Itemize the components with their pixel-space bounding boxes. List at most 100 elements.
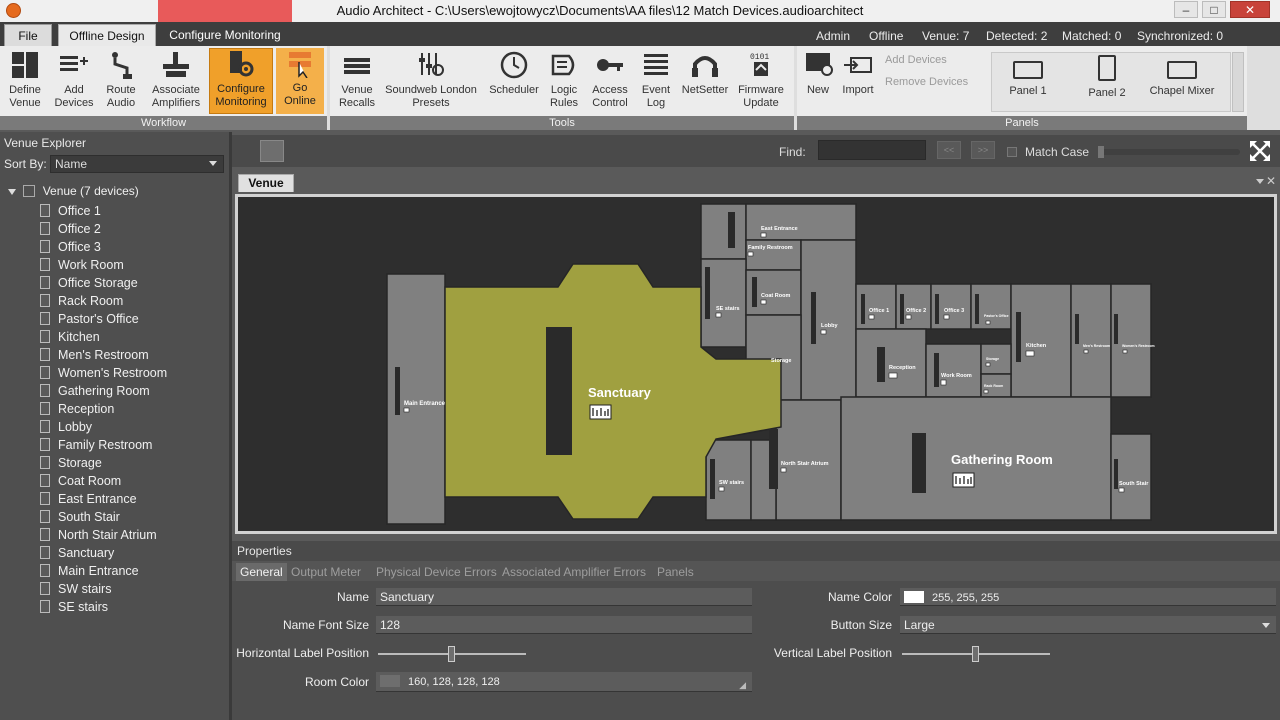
add-devices-small-button[interactable]: Add Devices — [885, 54, 947, 66]
speaker-lobby[interactable] — [811, 292, 816, 344]
close-button[interactable]: ✕ — [1230, 1, 1270, 18]
remove-devices-small-button[interactable]: Remove Devices — [885, 76, 968, 88]
venue-recalls-button[interactable]: Venue Recalls — [334, 50, 380, 114]
zoom-slider-thumb[interactable] — [1098, 146, 1104, 158]
device-button-small[interactable] — [718, 486, 725, 492]
tab-offline-design[interactable]: Offline Design — [58, 24, 156, 46]
speaker-north-stair-atrium[interactable] — [769, 429, 778, 489]
room-reception[interactable] — [855, 328, 927, 398]
speaker-gathering-room[interactable] — [912, 433, 926, 493]
device-button-small[interactable] — [1083, 349, 1089, 354]
scheduler-button[interactable]: Scheduler — [486, 50, 542, 114]
tree-item[interactable]: Pastor's Office — [40, 310, 167, 328]
tree-item[interactable]: SW stairs — [40, 580, 167, 598]
import-panel-button[interactable]: Import — [839, 50, 877, 114]
device-button-small[interactable] — [1025, 350, 1035, 357]
device-button-small[interactable] — [940, 379, 947, 386]
device-button-small[interactable] — [868, 314, 875, 320]
button-size-select[interactable]: Large — [900, 616, 1276, 634]
tab-general[interactable]: General — [236, 563, 287, 581]
tree-item[interactable]: South Stair — [40, 508, 167, 526]
find-input[interactable] — [818, 140, 926, 160]
room-color-field[interactable]: 160, 128, 128, 128 ◢ — [376, 672, 752, 692]
device-button-small[interactable] — [1118, 487, 1125, 493]
slider-thumb[interactable] — [448, 646, 455, 662]
name-color-field[interactable]: 255, 255, 255 — [900, 588, 1276, 606]
tree-item[interactable]: Gathering Room — [40, 382, 167, 400]
device-button-small[interactable] — [905, 314, 912, 320]
speaker-office1[interactable] — [861, 294, 865, 324]
tab-list-dropdown-icon[interactable] — [1256, 179, 1264, 184]
device-button-small[interactable] — [985, 362, 991, 367]
horizontal-label-position-slider[interactable] — [378, 646, 526, 662]
expand-arrow-icon[interactable] — [8, 188, 16, 195]
netsetter-button[interactable]: NetSetter — [680, 50, 730, 114]
zoom-slider[interactable] — [1098, 146, 1240, 158]
tree-item[interactable]: Family Restroom — [40, 436, 167, 454]
tree-item[interactable]: North Stair Atrium — [40, 526, 167, 544]
layout-icon[interactable] — [260, 140, 284, 162]
speaker-main-entrance[interactable] — [395, 367, 400, 415]
speaker-reception[interactable] — [877, 347, 885, 382]
tree-item[interactable]: Office 3 — [40, 238, 167, 256]
route-audio-button[interactable]: Route Audio — [100, 50, 142, 114]
device-button-small[interactable] — [760, 232, 767, 238]
tree-root-venue[interactable]: Venue (7 devices) — [8, 184, 139, 198]
tree-item[interactable]: Work Room — [40, 256, 167, 274]
room-lobby[interactable] — [800, 239, 857, 401]
associate-amplifiers-button[interactable]: Associate Amplifiers — [148, 50, 204, 114]
tree-item[interactable]: Reception — [40, 400, 167, 418]
speaker-kitchen[interactable] — [1016, 312, 1021, 362]
find-previous-button[interactable]: << — [937, 141, 961, 159]
event-log-button[interactable]: Event Log — [636, 50, 676, 114]
access-control-button[interactable]: Access Control — [588, 50, 632, 114]
room-north-stair-atrium[interactable] — [775, 399, 842, 521]
speaker-mens-restroom[interactable] — [1075, 314, 1079, 344]
speaker-coat-room[interactable] — [752, 277, 757, 307]
tree-item[interactable]: SE stairs — [40, 598, 167, 616]
logic-rules-button[interactable]: Logic Rules — [546, 50, 582, 114]
device-button-small[interactable] — [1122, 349, 1128, 354]
add-devices-button[interactable]: Add Devices — [52, 50, 96, 114]
speaker-work-room[interactable] — [934, 353, 939, 387]
tree-item[interactable]: Lobby — [40, 418, 167, 436]
firmware-update-button[interactable]: 0101 Firmware Update — [736, 50, 786, 114]
tab-file[interactable]: File — [4, 24, 52, 46]
device-button-small[interactable] — [747, 251, 754, 257]
tab-configure-monitoring[interactable]: Configure Monitoring — [160, 24, 290, 46]
color-picker-icon[interactable]: ◢ — [739, 676, 746, 694]
name-font-size-field[interactable]: 128 — [376, 616, 752, 634]
document-tab-venue[interactable]: Venue — [238, 174, 294, 192]
device-button-small[interactable] — [888, 372, 898, 379]
document-close-icon[interactable]: ✕ — [1266, 174, 1276, 188]
tree-item[interactable]: Main Entrance — [40, 562, 167, 580]
speaker-sw-stairs[interactable] — [710, 459, 715, 499]
device-button-small[interactable] — [983, 389, 989, 394]
gallery-scrollbar[interactable] — [1232, 52, 1244, 112]
tree-item[interactable]: Men's Restroom — [40, 346, 167, 364]
tree-item[interactable]: Kitchen — [40, 328, 167, 346]
configure-monitoring-button[interactable]: Configure Monitoring — [209, 48, 273, 114]
tree-item[interactable]: Office 2 — [40, 220, 167, 238]
tree-item[interactable]: Office Storage — [40, 274, 167, 292]
match-case-checkbox[interactable] — [1007, 147, 1017, 157]
device-button-small[interactable] — [760, 299, 767, 305]
tree-item[interactable]: Office 1 — [40, 202, 167, 220]
speaker-sanctuary[interactable] — [546, 327, 572, 455]
tree-item[interactable]: Storage — [40, 454, 167, 472]
panel2-button[interactable]: Panel 2 — [1072, 55, 1142, 105]
tab-associated-amplifier-errors[interactable]: Associated Amplifier Errors — [502, 563, 646, 581]
chapel-mixer-button[interactable]: Chapel Mixer — [1147, 61, 1217, 111]
slider-thumb[interactable] — [972, 646, 979, 662]
panel1-button[interactable]: Panel 1 — [993, 61, 1063, 111]
vertical-label-position-slider[interactable] — [902, 646, 1050, 662]
device-button-small[interactable] — [985, 320, 991, 325]
tree-item[interactable]: Sanctuary — [40, 544, 167, 562]
device-button-small[interactable] — [403, 407, 410, 413]
speaker-womens-restroom[interactable] — [1114, 314, 1118, 344]
fit-to-screen-icon[interactable] — [1248, 139, 1272, 163]
minimize-button[interactable]: – — [1174, 1, 1198, 18]
go-online-button[interactable]: Go Online — [276, 48, 324, 114]
name-field[interactable]: Sanctuary — [376, 588, 752, 606]
tree-item[interactable]: Women's Restroom — [40, 364, 167, 382]
